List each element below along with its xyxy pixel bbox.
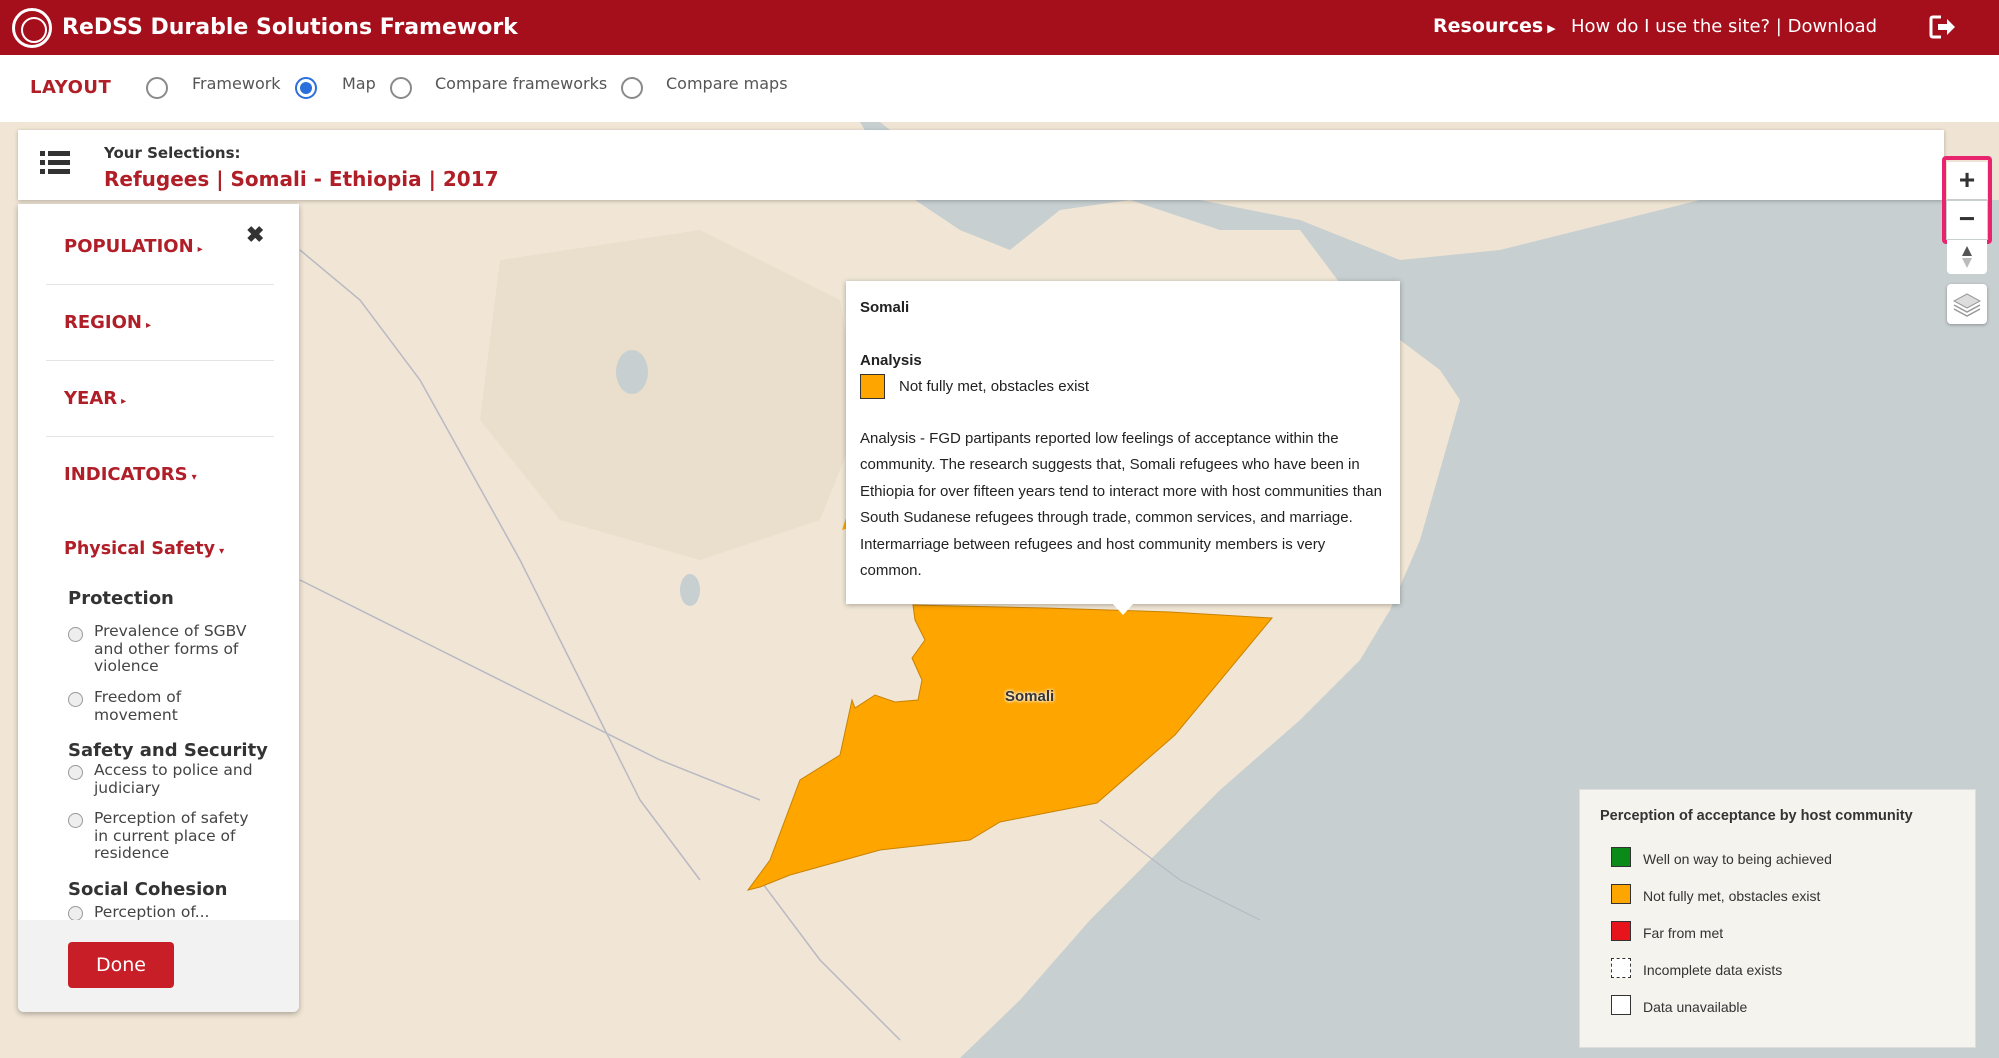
radio-label-framework[interactable]: Framework: [192, 74, 281, 93]
selections-value: Refugees | Somali - Ethiopia | 2017: [104, 167, 499, 191]
legend-label: Incomplete data exists: [1643, 962, 1783, 978]
caret-down-icon: ▾: [219, 546, 225, 557]
menu-physical-safety[interactable]: Physical Safety ▾: [64, 539, 224, 559]
option-radio-sgbv[interactable]: [68, 627, 83, 642]
legend-label: Data unavailable: [1643, 999, 1748, 1015]
top-header: ReDSS Durable Solutions Framework Resour…: [0, 0, 1999, 55]
zoom-controls-highlight: [1942, 156, 1992, 244]
selection-bar: Your Selections: Refugees | Somali - Eth…: [18, 130, 1944, 200]
resources-menu[interactable]: Resources ▶: [1433, 15, 1556, 37]
layers-button[interactable]: [1947, 284, 1987, 324]
popup-title: Somali: [860, 299, 910, 316]
popup-pointer: [1112, 603, 1134, 615]
legend-swatch-red: [1611, 921, 1631, 941]
radio-compare-frameworks[interactable]: [390, 77, 412, 99]
menu-year[interactable]: YEAR ▸: [64, 388, 126, 409]
menu-population[interactable]: POPULATION ▸: [64, 236, 203, 257]
menu-indicators[interactable]: INDICATORS ▾: [64, 464, 197, 485]
option-label-sgbv[interactable]: Prevalence of SGBV and other forms of vi…: [94, 622, 264, 676]
radio-label-compare-maps[interactable]: Compare maps: [666, 74, 788, 93]
caret-right-icon: ▸: [197, 244, 203, 255]
group-heading-social-cohesion: Social Cohesion: [68, 879, 228, 900]
resources-label: Resources: [1433, 15, 1544, 37]
menu-physical-safety-label: Physical Safety: [64, 539, 216, 559]
legend-label: Well on way to being achieved: [1643, 851, 1832, 867]
popup-status-text: Not fully met, obstacles exist: [899, 378, 1090, 395]
list-icon[interactable]: [38, 146, 72, 180]
divider: [46, 284, 274, 285]
option-radio-freedom-movement[interactable]: [68, 692, 83, 707]
caret-right-icon: ▸: [146, 320, 152, 331]
caret-right-icon: ▶: [1547, 22, 1556, 35]
logout-icon[interactable]: [1929, 14, 1957, 40]
popup-analysis-text: Analysis - FGD partipants reported low f…: [860, 430, 1382, 580]
legend-label: Not fully met, obstacles exist: [1643, 888, 1821, 904]
radio-compare-maps[interactable]: [621, 77, 643, 99]
compass-icon: [1962, 246, 1972, 268]
option-radio-perception-safety[interactable]: [68, 813, 83, 828]
menu-population-label: POPULATION: [64, 236, 194, 257]
help-download-links[interactable]: How do I use the site? | Download: [1571, 16, 1877, 37]
menu-region-label: REGION: [64, 312, 142, 333]
filter-panel: ✖ POPULATION ▸ REGION ▸ YEAR ▸ INDICATORS ▾ …: [18, 204, 299, 1012]
legend-label: Far from met: [1643, 925, 1724, 941]
legend-swatch-unavailable: [1611, 995, 1631, 1015]
group-heading-safety-security: Safety and Security: [68, 740, 268, 761]
radio-label-map[interactable]: Map: [342, 74, 376, 93]
legend-swatch-incomplete: [1611, 958, 1631, 978]
selections-label: Your Selections:: [104, 144, 241, 162]
radio-framework[interactable]: [146, 77, 168, 99]
menu-year-label: YEAR: [64, 388, 118, 409]
divider: [46, 436, 274, 437]
menu-region[interactable]: REGION ▸: [64, 312, 151, 333]
layers-icon: [1952, 293, 1982, 317]
map-legend: Perception of acceptance by host communi…: [1579, 789, 1976, 1048]
option-radio-perception-acceptance[interactable]: [68, 906, 83, 921]
layout-label: LAYOUT: [30, 77, 112, 98]
caret-down-icon: ▾: [191, 472, 197, 483]
done-button[interactable]: Done: [68, 942, 174, 988]
legend-swatch-orange: [1611, 884, 1631, 904]
compass-button[interactable]: [1947, 240, 1987, 274]
divider: [46, 360, 274, 361]
menu-indicators-label: INDICATORS: [64, 464, 188, 485]
popup-subtitle: Analysis: [860, 352, 922, 369]
radio-label-compare-frameworks[interactable]: Compare frameworks: [435, 74, 607, 93]
close-icon[interactable]: ✖: [246, 222, 264, 248]
option-label-police-judiciary[interactable]: Access to police and judiciary: [94, 761, 264, 797]
popup-status-swatch: [860, 374, 885, 399]
caret-right-icon: ▸: [121, 396, 127, 407]
layout-bar: LAYOUT Framework Map Compare frameworks …: [0, 55, 1999, 122]
radio-map[interactable]: [295, 77, 317, 99]
redss-logo[interactable]: [12, 8, 52, 48]
region-popup: Somali Analysis Not fully met, obstacles…: [846, 281, 1400, 604]
map-region-label: Somali: [1005, 688, 1055, 705]
option-label-perception-safety[interactable]: Perception of safety in current place of…: [94, 809, 264, 863]
option-radio-police-judiciary[interactable]: [68, 765, 83, 780]
option-label-perception-acceptance[interactable]: Perception of...: [94, 903, 264, 922]
legend-swatch-green: [1611, 847, 1631, 867]
legend-title: Perception of acceptance by host communi…: [1600, 808, 1913, 824]
app-title[interactable]: ReDSS Durable Solutions Framework: [62, 15, 518, 40]
group-heading-protection: Protection: [68, 588, 174, 609]
option-label-freedom-movement[interactable]: Freedom of movement: [94, 688, 264, 724]
